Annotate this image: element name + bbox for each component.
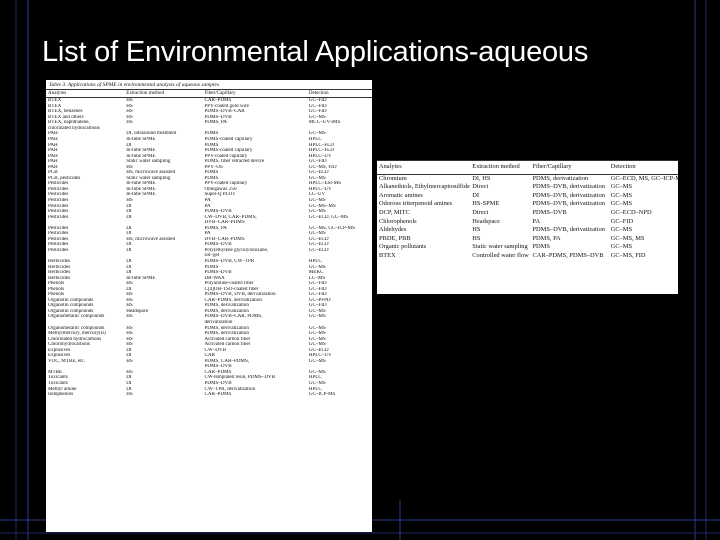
cell-extraction: Direct (472, 208, 489, 216)
table-row: BTEX Controlled water flow rateCAR–PDMS, … (377, 252, 678, 261)
col-header-analytes: Analytes (377, 160, 471, 175)
cell-fiber: PDMS, PA (532, 234, 561, 242)
table-row: Chlorophenols Headspace PA GC–FID (377, 218, 678, 227)
cell-detection: GC–MS, MS (610, 234, 645, 242)
col-header-detection: Detection (608, 160, 678, 175)
cell-extraction: Headspace (472, 217, 500, 225)
slide-title: List of Environmental Applications-aqueo… (42, 36, 589, 68)
cell-analyte: Organic pollutants (379, 243, 427, 251)
right-data-table: Analytes Extraction method Fiber/Capilla… (377, 160, 678, 261)
cell-analyte: Odorous triterpenoid amines (379, 200, 453, 208)
cell-extraction: HS-SPME (472, 200, 500, 208)
cell-detection: GC–ECD, MS, GC–ICP-MS (610, 174, 678, 182)
cell-fiber: CAR–PDMS, PDMS–DVB (532, 251, 604, 259)
cell-detection: GC–FID (610, 217, 634, 225)
cell-fiber: PA (532, 217, 541, 225)
cell-analyte: BTEX (379, 251, 396, 259)
cell-detection: GC–ICP-MS (308, 392, 336, 398)
cell-fiber: PDMS–DVB, derivatization (532, 183, 605, 191)
right-table-body: Chromium DI, HS PDMS, derivatization GC–ECD… (377, 174, 678, 260)
table-row: Alkanethiols, Ethylmercaptosulfide Direct… (377, 183, 678, 192)
cell-extraction: Controlled water flow rate (472, 251, 530, 259)
cell-extraction: HS (472, 226, 481, 234)
table-header-row: Analytes Extraction method Fiber/Capilla… (46, 90, 372, 99)
cell-detection: GC–MS (610, 226, 633, 234)
cell-fiber: CAR–PDMS (204, 392, 232, 398)
cell-analyte: Chromium (379, 174, 407, 182)
cell-analyte: Aldehydes (379, 226, 407, 234)
cell-extraction: DI (472, 191, 480, 199)
spme-aqueous-table: Table 3. Applications of SPME in environ… (46, 80, 372, 532)
cell-extraction: HS (472, 234, 481, 242)
additional-applications-table: Analytes Extraction method Fiber/Capilla… (377, 160, 678, 294)
cell-detection: GC–MS (610, 191, 633, 199)
table-row: Odorous triterpenoid amines HS-SPME PDMS–D… (377, 200, 678, 209)
col-header-detection: Detection (306, 90, 372, 99)
cell-fiber: PDMS–DVB, derivatization (532, 200, 605, 208)
cell-extraction: Static water sampling (472, 243, 528, 251)
cell-analyte: Chlorophenols (379, 217, 417, 225)
cell-analyte: PBDE, PBB (379, 234, 411, 242)
cell-fiber: PDMS–DVB, derivatization (532, 191, 605, 199)
col-header-fiber: Fiber/Capillary (202, 90, 307, 99)
cell-fiber: PDMS–DVB, derivatization (532, 226, 605, 234)
table-row: Organic pollutants Static water sampling P… (377, 243, 678, 252)
table-caption: Table 3. Applications of SPME in environ… (46, 80, 372, 91)
table-row: PBDE, PBB HS PDMS, PA GC–MS, MS (377, 235, 678, 244)
cell-detection: GC–MS (610, 183, 633, 191)
col-header-extraction: Extraction method (470, 160, 531, 175)
table-row: DCP, MITC Direct PDMS–DVB GC–ECD–NPD (377, 209, 678, 218)
cell-extraction: Direct (472, 183, 489, 191)
cell-extraction: DI, HS (472, 174, 491, 182)
cell-fiber: PDMS–DVB (532, 208, 567, 216)
cell-analyte: Aromatic amines (379, 191, 423, 199)
table-header-row: Analytes Extraction method Fiber/Capilla… (377, 160, 678, 175)
cell-detection: GC–MS, FID (610, 251, 646, 259)
cell-fiber: PDMS, derivatization (532, 174, 589, 182)
table-row: Chromium DI, HS PDMS, derivatization GC–ECD… (377, 174, 678, 183)
cell-detection: GC–MS (610, 200, 633, 208)
table-row: Aldehydes HS PDMS–DVB, derivatization GC–MS (377, 226, 678, 235)
cell-fiber: PDMS (532, 243, 550, 251)
cell-analyte: DCP, MITC (379, 208, 410, 216)
table-row: Iodophenols HS CAR–PDMS GC–ICP-MS (46, 392, 372, 398)
cell-analyte: Alkanethiols, Ethylmercaptosulfide (379, 183, 470, 191)
cell-detection: GC–ECD–NPD (610, 208, 652, 216)
cell-detection: GC–MS (610, 243, 633, 251)
left-table-body: BTEX HS CAR–PDMS GC–FID BTEX HS PPY-coated gol… (46, 98, 372, 398)
col-header-fiber: Fiber/Capillary (530, 160, 609, 175)
col-header-extraction: Extraction method (124, 90, 203, 99)
col-header-analytes: Analytes (46, 90, 125, 99)
left-data-table: Analytes Extraction method Fiber/Capilla… (46, 90, 372, 397)
cell-analyte: Iodophenols (48, 392, 74, 398)
cell-extraction: HS (126, 392, 133, 398)
table-row: Aromatic amines DI PDMS–DVB, derivatizatio… (377, 192, 678, 201)
